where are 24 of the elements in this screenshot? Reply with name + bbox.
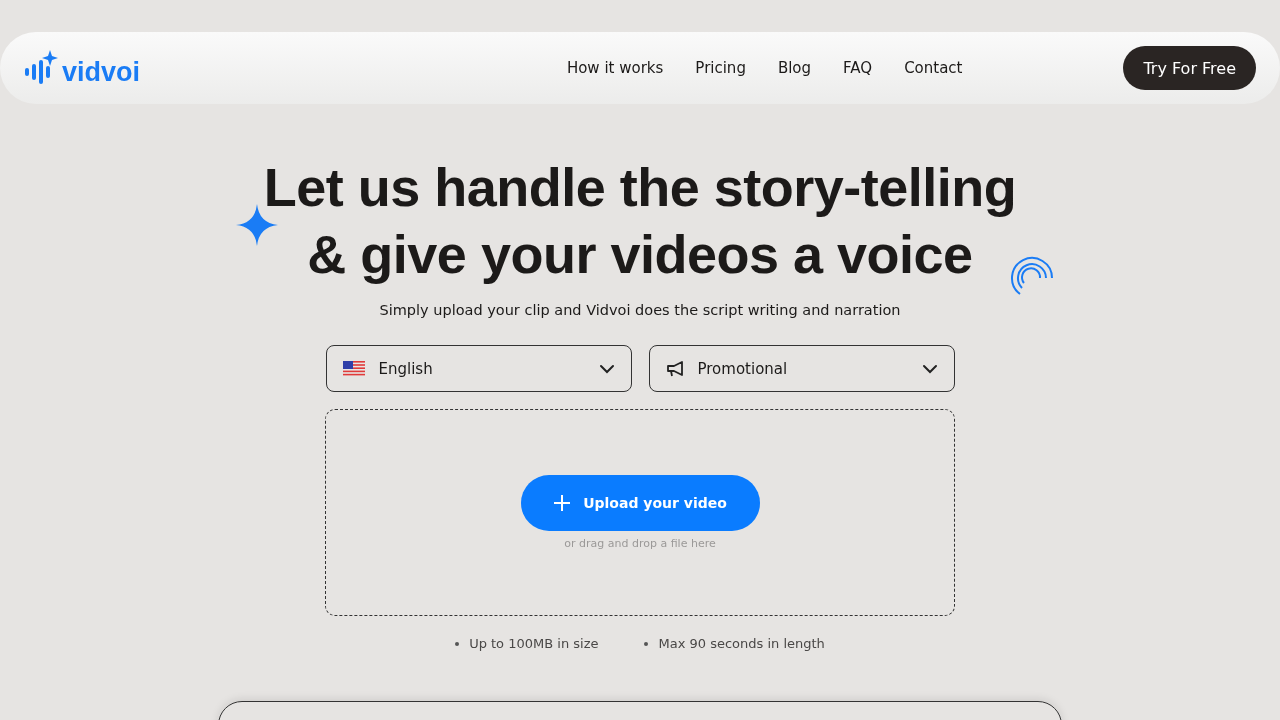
nav-link[interactable]: How it works xyxy=(566,59,664,77)
sound-wave-sparkle-icon xyxy=(24,50,58,86)
nav-link[interactable]: Blog xyxy=(777,59,812,77)
dropdown-select[interactable]: Promotional xyxy=(648,345,955,392)
logo-wordmark[interactable]: vidvoi xyxy=(62,58,141,86)
dropdown-select[interactable]: English xyxy=(325,345,632,392)
limit-note: Max 90 seconds in length xyxy=(658,636,825,651)
bullet-icon xyxy=(644,641,649,646)
nav-link[interactable]: Contact xyxy=(904,59,963,77)
upload-dropzone[interactable]: Upload your video or drag and drop a file here xyxy=(325,409,955,616)
limit-note: Up to 100MB in size xyxy=(469,636,599,651)
chevron-down-icon xyxy=(921,363,938,374)
nav-link[interactable]: FAQ xyxy=(843,59,873,77)
hero-title: Let us handle the story-telling & give your videos a voice xyxy=(263,156,1017,286)
megaphone-icon xyxy=(665,360,684,377)
upload-video-button[interactable]: Upload your video xyxy=(520,475,760,531)
flag-icon xyxy=(342,361,365,376)
nav-link[interactable]: Pricing xyxy=(695,59,746,77)
plus-icon xyxy=(553,494,572,512)
bullet-icon xyxy=(455,641,460,646)
hero-subtitle: Simply upload your clip and Vidvoi does the script writing and narration xyxy=(379,302,901,318)
try-free-button[interactable]: Try For Free xyxy=(1123,46,1256,90)
chevron-down-icon xyxy=(598,363,615,374)
drop-hint: or drag and drop a file here xyxy=(564,537,716,550)
